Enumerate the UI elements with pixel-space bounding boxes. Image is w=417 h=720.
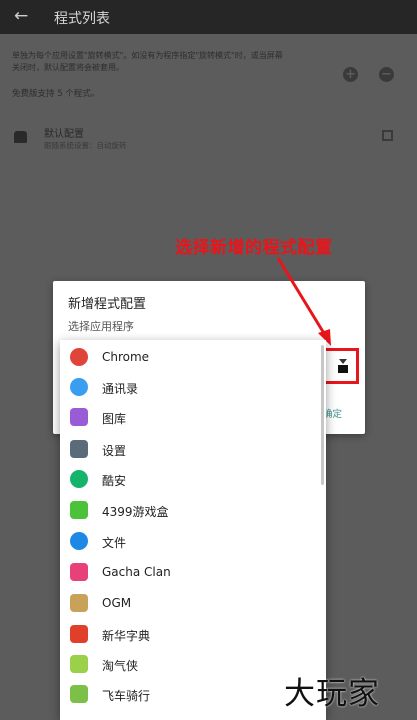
android-icon	[70, 685, 88, 703]
app-list-item-label: 酷安	[102, 474, 127, 488]
app-list-item-label: 淘气侠	[102, 659, 139, 673]
app-list-item-label: 通讯录	[102, 382, 139, 396]
app-list-item[interactable]: 4399游戏盒	[60, 495, 326, 525]
app-list-item[interactable]: 酷安	[60, 464, 326, 494]
dictionary-icon	[70, 625, 88, 643]
taoqixia-icon	[70, 655, 88, 673]
watermark: 大玩家	[284, 676, 380, 712]
app-list-item[interactable]: OGM	[60, 588, 326, 618]
app-list-item-label: OGM	[102, 596, 132, 610]
app-list-item-label: 文件	[102, 536, 127, 550]
gallery-icon	[70, 408, 88, 426]
app-list-item[interactable]: 图库	[60, 402, 326, 432]
app-list-item-label: Chrome	[102, 350, 150, 364]
dropdown-scrollbar[interactable]	[321, 345, 324, 485]
app-list-item[interactable]: 新华字典	[60, 619, 326, 649]
app-list-item[interactable]: 文件	[60, 526, 326, 556]
4399-icon	[70, 501, 88, 519]
app-list-item[interactable]: 通讯录	[60, 372, 326, 402]
app-list-item-label: 设置	[102, 444, 127, 458]
settings-gear-icon	[70, 440, 88, 458]
app-dropdown-list[interactable]: Chrome 通讯录图库设置酷安 4399游戏盒 文件 Gacha Clan OGM 新华字…	[60, 340, 326, 720]
chrome-icon	[70, 348, 88, 366]
ogm-icon	[70, 594, 88, 612]
app-list-item-label: 飞车骑行	[102, 689, 151, 703]
app-list-item-label: 新华字典	[102, 629, 151, 643]
app-list-item[interactable]: Chrome	[60, 342, 326, 372]
gacha-icon	[70, 563, 88, 581]
files-icon	[70, 532, 88, 550]
app-list-item-label: Gacha Clan	[102, 565, 171, 579]
app-list-item[interactable]: Gacha Clan	[60, 557, 326, 587]
coolapk-icon	[70, 470, 88, 488]
app-list-item[interactable]: 设置	[60, 434, 326, 464]
app-list-item-label: 4399游戏盒	[102, 505, 169, 519]
app-list-item-label: 图库	[102, 412, 127, 426]
contacts-icon	[70, 378, 88, 396]
